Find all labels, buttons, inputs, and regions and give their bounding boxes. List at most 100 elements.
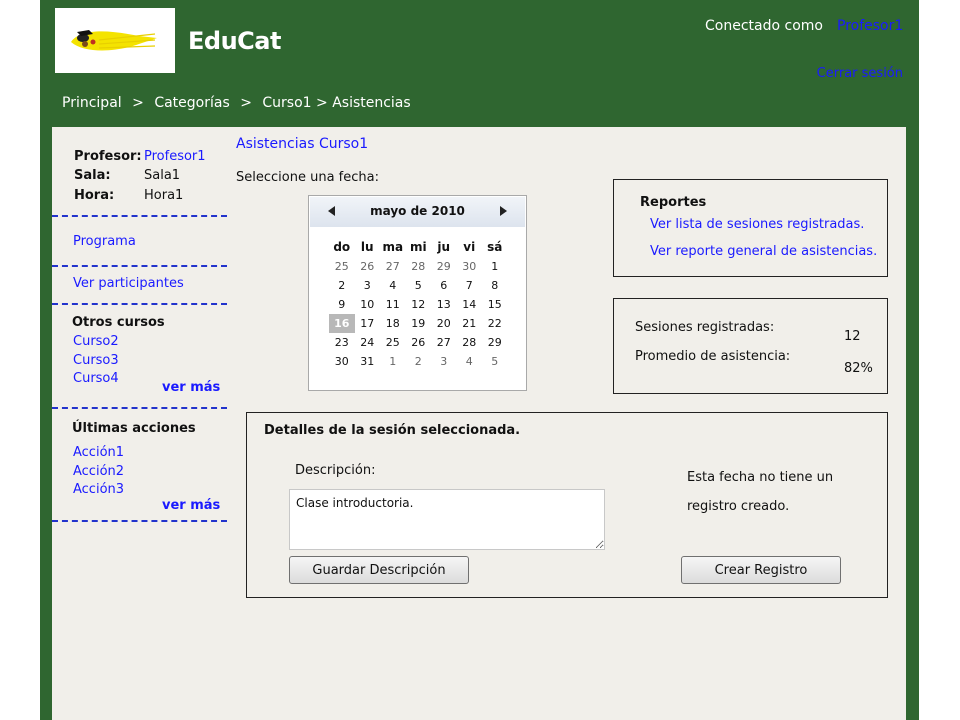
calendar-day[interactable]: 26 bbox=[406, 333, 432, 352]
date-prompt: Seleccione una fecha: bbox=[236, 170, 379, 185]
action-link[interactable]: Acción1 bbox=[73, 445, 124, 460]
calendar-day[interactable]: 14 bbox=[457, 295, 483, 314]
actions-more-link[interactable]: ver más bbox=[162, 498, 220, 513]
breadcrumb: Principal > Categorías > Curso1 > Asiste… bbox=[62, 95, 415, 111]
teacher-row: Profesor: Profesor1 bbox=[74, 149, 206, 164]
calendar-day[interactable]: 25 bbox=[380, 333, 406, 352]
calendar-day[interactable]: 2 bbox=[406, 352, 432, 371]
calendar-day[interactable]: 17 bbox=[355, 314, 381, 333]
calendar-day[interactable]: 26 bbox=[355, 257, 381, 276]
calendar-day[interactable]: 4 bbox=[457, 352, 483, 371]
calendar-day[interactable]: 3 bbox=[431, 352, 457, 371]
teacher-label: Profesor: bbox=[74, 149, 142, 164]
recent-actions-title: Últimas acciones bbox=[72, 421, 196, 436]
content-area: Profesor: Profesor1 Sala: Sala1 Hora: Ho… bbox=[52, 127, 906, 720]
divider bbox=[52, 407, 227, 409]
details-title: Detalles de la sesión seleccionada. bbox=[264, 423, 521, 438]
breadcrumb-categories[interactable]: Categorías bbox=[154, 95, 229, 111]
calendar-day[interactable]: 4 bbox=[380, 276, 406, 295]
weekday-header: ma bbox=[382, 240, 404, 254]
calendar-day[interactable]: 28 bbox=[406, 257, 432, 276]
logout-link[interactable]: Cerrar sesión bbox=[817, 66, 903, 81]
calendar-day[interactable]: 30 bbox=[329, 352, 355, 371]
calendar-day[interactable]: 18 bbox=[380, 314, 406, 333]
logged-in-user-link[interactable]: Profesor1 bbox=[837, 18, 903, 34]
weekday-header: vi bbox=[463, 240, 476, 254]
calendar-day[interactable]: 6 bbox=[431, 276, 457, 295]
breadcrumb-separator: > bbox=[240, 95, 252, 111]
next-month-icon[interactable] bbox=[500, 206, 507, 216]
breadcrumb-home[interactable]: Principal bbox=[62, 95, 122, 111]
calendar-day[interactable]: 9 bbox=[329, 295, 355, 314]
room-value: Sala1 bbox=[144, 168, 181, 183]
calendar-day-selected[interactable]: 16 bbox=[329, 314, 355, 333]
courses-more-link[interactable]: ver más bbox=[162, 380, 220, 395]
calendar-day[interactable]: 2 bbox=[329, 276, 355, 295]
calendar-day[interactable]: 5 bbox=[406, 276, 432, 295]
divider bbox=[52, 215, 227, 217]
calendar-day[interactable]: 24 bbox=[355, 333, 381, 352]
calendar-day[interactable]: 23 bbox=[329, 333, 355, 352]
calendar-day[interactable]: 20 bbox=[431, 314, 457, 333]
calendar-day[interactable]: 25 bbox=[329, 257, 355, 276]
attendance-value: 82% bbox=[844, 361, 873, 376]
other-courses-title: Otros cursos bbox=[72, 315, 165, 330]
room-row: Sala: Sala1 bbox=[74, 168, 180, 183]
participants-link[interactable]: Ver participantes bbox=[73, 276, 184, 291]
program-link[interactable]: Programa bbox=[73, 234, 136, 249]
calendar-day[interactable]: 13 bbox=[431, 295, 457, 314]
calendar-day[interactable]: 28 bbox=[457, 333, 483, 352]
calendar-day[interactable]: 19 bbox=[406, 314, 432, 333]
no-record-note: Esta fecha no tiene un registro creado. bbox=[687, 470, 834, 514]
weekday-header: ju bbox=[437, 240, 451, 254]
attendance-report-link[interactable]: Ver reporte general de asistencias. bbox=[650, 244, 877, 259]
reports-panel: Reportes Ver lista de sesiones registrad… bbox=[613, 179, 888, 277]
page-title: Asistencias Curso1 bbox=[236, 136, 369, 152]
calendar-day[interactable]: 8 bbox=[482, 276, 508, 295]
course-link[interactable]: Curso4 bbox=[73, 371, 119, 386]
reports-title: Reportes bbox=[640, 195, 707, 210]
sessions-list-link[interactable]: Ver lista de sesiones registradas. bbox=[650, 217, 864, 232]
sessions-value: 12 bbox=[844, 329, 861, 344]
action-link[interactable]: Acción3 bbox=[73, 482, 124, 497]
calendar-day[interactable]: 31 bbox=[355, 352, 381, 371]
calendar-day[interactable]: 21 bbox=[457, 314, 483, 333]
room-label: Sala: bbox=[74, 168, 111, 183]
save-description-button[interactable]: Guardar Descripción bbox=[289, 556, 469, 584]
description-label: Descripción: bbox=[295, 463, 376, 478]
calendar-day[interactable]: 30 bbox=[457, 257, 483, 276]
calendar-day[interactable]: 27 bbox=[380, 257, 406, 276]
calendar-month-title[interactable]: mayo de 2010 bbox=[310, 204, 525, 218]
app-window: EduCat Conectado como Profesor1 Cerrar s… bbox=[40, 0, 919, 720]
course-link[interactable]: Curso3 bbox=[73, 353, 119, 368]
create-record-button[interactable]: Crear Registro bbox=[681, 556, 841, 584]
calendar-header: mayo de 2010 bbox=[310, 197, 525, 227]
calendar-day[interactable]: 10 bbox=[355, 295, 381, 314]
calendar-day[interactable]: 29 bbox=[431, 257, 457, 276]
calendar-day[interactable]: 29 bbox=[482, 333, 508, 352]
calendar-day[interactable]: 12 bbox=[406, 295, 432, 314]
calendar-day[interactable]: 11 bbox=[380, 295, 406, 314]
calendar-day[interactable]: 3 bbox=[355, 276, 381, 295]
time-row: Hora: Hora1 bbox=[74, 188, 183, 203]
weekday-header: do bbox=[333, 240, 351, 254]
breadcrumb-separator: > bbox=[132, 95, 144, 111]
calendar-day[interactable]: 15 bbox=[482, 295, 508, 314]
app-title: EduCat bbox=[188, 27, 281, 55]
divider bbox=[52, 520, 227, 522]
session-details-panel: Detalles de la sesión seleccionada. Desc… bbox=[246, 412, 888, 598]
calendar-day[interactable]: 7 bbox=[457, 276, 483, 295]
weekday-header: mi bbox=[409, 240, 427, 254]
course-link[interactable]: Curso2 bbox=[73, 334, 119, 349]
attendance-label: Promedio de asistencia: bbox=[635, 349, 791, 364]
calendar-day[interactable]: 1 bbox=[482, 257, 508, 276]
teacher-link[interactable]: Profesor1 bbox=[144, 149, 206, 164]
description-textarea[interactable]: Clase introductoria. bbox=[289, 489, 605, 550]
calendar-day[interactable]: 27 bbox=[431, 333, 457, 352]
calendar-grid: do lu ma mi ju vi sá 25 26 27 28 29 30 1 2 3 4 5 6 7 8 9 10 11 1… bbox=[329, 238, 508, 371]
calendar-day[interactable]: 5 bbox=[482, 352, 508, 371]
calendar-day[interactable]: 1 bbox=[380, 352, 406, 371]
calendar-day[interactable]: 22 bbox=[482, 314, 508, 333]
weekday-header: lu bbox=[360, 240, 374, 254]
action-link[interactable]: Acción2 bbox=[73, 464, 124, 479]
